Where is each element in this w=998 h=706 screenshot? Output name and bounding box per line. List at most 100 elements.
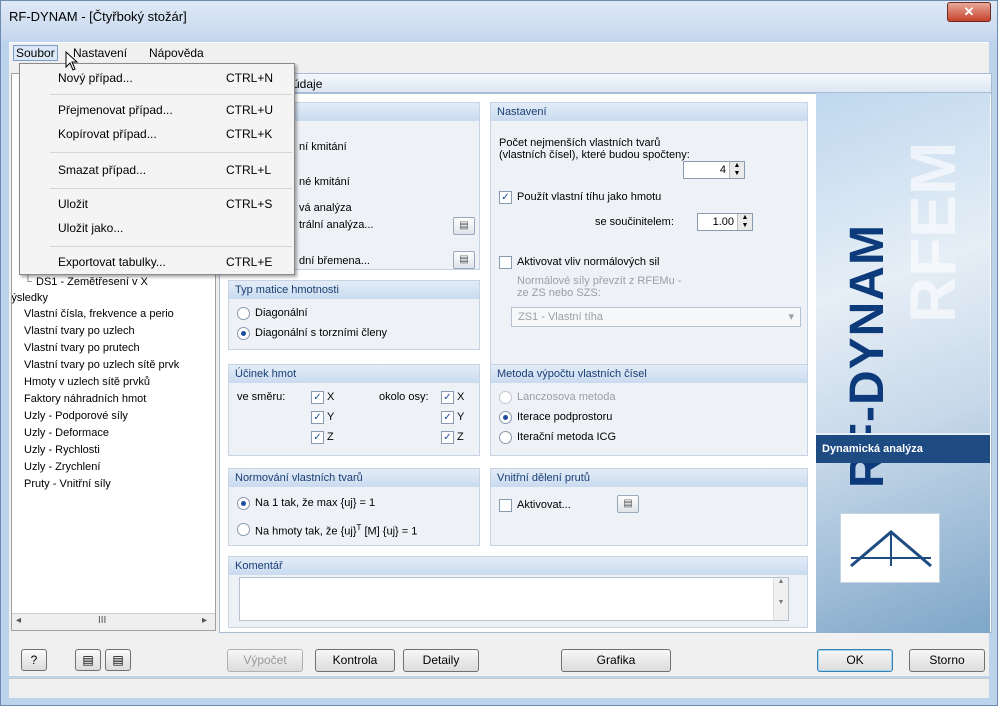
mass-matrix-header: Typ matice hmotnosti xyxy=(229,281,479,299)
menu-napoveda[interactable]: Nápověda xyxy=(149,46,204,60)
scroll-up-icon[interactable]: ▲ xyxy=(778,578,785,585)
tree-item-case[interactable]: DS1 - Zemětřesení v X xyxy=(36,276,148,288)
file-menu-dropdown: Nový případ... CTRL+N Přejmenovat případ.… xyxy=(19,63,295,275)
tree-item[interactable]: Uzly - Rychlosti xyxy=(24,444,100,456)
check-button[interactable]: Kontrola xyxy=(315,649,395,672)
spinner-arrows-icon[interactable]: ▲ ▼ xyxy=(737,214,752,230)
direction-y-checkbox[interactable]: ✓ xyxy=(311,411,324,424)
diagonal-torsion-label: Diagonální s torzními členy xyxy=(255,327,388,339)
factor-label: se součinitelem: xyxy=(595,216,674,228)
menu-item-save-as[interactable]: Uložit jako... xyxy=(20,216,294,240)
eigen-method-panel: Metoda výpočtu vlastních čísel Lanczosov… xyxy=(490,364,808,456)
factor-spinner[interactable]: 1.00 ▲ ▼ xyxy=(697,213,753,231)
rfem-watermark: RFEM xyxy=(897,141,969,323)
help-button[interactable]: ? xyxy=(21,649,47,671)
cancel-button[interactable]: Storno xyxy=(909,649,985,672)
diagonal-radio[interactable] xyxy=(237,307,250,320)
normal-forces-checkbox[interactable] xyxy=(499,256,512,269)
scroll-down-icon[interactable]: ▼ xyxy=(778,599,785,606)
tree-item[interactable]: Vlastní tvary po uzlech xyxy=(24,325,135,337)
division-checkbox[interactable] xyxy=(499,499,512,512)
axis-label: okolo osy: xyxy=(379,391,429,403)
menu-item-copy-case[interactable]: Kopírovat případ... CTRL+K xyxy=(20,122,294,146)
ok-button[interactable]: OK xyxy=(817,649,893,672)
tree-item[interactable]: Faktory náhradních hmot xyxy=(24,393,146,405)
axis-x-checkbox[interactable]: ✓ xyxy=(441,391,454,404)
import-button[interactable]: ▤ xyxy=(75,649,101,671)
tree-item[interactable]: Vlastní tvary po prutech xyxy=(24,342,140,354)
export-button[interactable]: ▤ xyxy=(105,649,131,671)
tree-item[interactable]: Vlastní tvary po uzlech sítě prvk xyxy=(24,359,179,371)
modes-spinner[interactable]: 4 ▲ ▼ xyxy=(683,161,745,179)
menu-item-new-case[interactable]: Nový případ... CTRL+N xyxy=(20,66,294,90)
tree-item[interactable]: Uzly - Zrychlení xyxy=(24,461,100,473)
menu-item-rename-case[interactable]: Přejmenovat případ... CTRL+U xyxy=(20,98,294,122)
axis-z-checkbox[interactable]: ✓ xyxy=(441,431,454,444)
tree-item[interactable]: Uzly - Deformace xyxy=(24,427,109,439)
close-button[interactable]: ✕ xyxy=(947,2,991,22)
menu-item-delete-case[interactable]: Smazat případ... CTRL+L xyxy=(20,158,294,182)
analysis-item[interactable]: ní kmitání xyxy=(299,141,347,153)
diagonal-torsion-radio[interactable] xyxy=(237,327,250,340)
tree-horizontal-scrollbar[interactable]: ◂ III ▸ xyxy=(12,613,215,630)
scroll-thumb[interactable]: III xyxy=(98,615,106,626)
tree-item[interactable]: Pruty - Vnitřní síly xyxy=(24,478,111,490)
spectrum-settings-icon[interactable]: ▤ xyxy=(453,217,475,235)
analysis-item[interactable]: dní břemena... xyxy=(299,255,370,267)
normalize-max-radio[interactable] xyxy=(237,497,250,510)
graphics-button[interactable]: Grafika xyxy=(561,649,671,672)
direction-label: ve směru: xyxy=(237,391,286,403)
settings-header: Nastavení xyxy=(491,103,807,121)
loads-settings-icon[interactable]: ▤ xyxy=(453,251,475,269)
division-settings-icon[interactable]: ▤ xyxy=(617,495,639,513)
direction-x-checkbox[interactable]: ✓ xyxy=(311,391,324,404)
scroll-left-icon[interactable]: ◂ xyxy=(16,615,21,626)
normalize-max-label: Na 1 tak, že max {uj} = 1 xyxy=(255,497,376,509)
tree-item[interactable]: Vlastní čísla, frekvence a perio xyxy=(24,308,174,320)
direction-z-checkbox[interactable]: ✓ xyxy=(311,431,324,444)
axis-y-checkbox[interactable]: ✓ xyxy=(441,411,454,424)
lanczos-radio[interactable] xyxy=(499,391,512,404)
tree-item[interactable]: Hmoty v uzlech sítě prvků xyxy=(24,376,150,388)
direction-z-label: Z xyxy=(327,431,334,443)
details-button[interactable]: Detaily xyxy=(403,649,479,672)
mouse-cursor-icon xyxy=(65,51,79,71)
analysis-item[interactable]: trální analýza... xyxy=(299,219,374,231)
division-panel: Vnitřní dělení prutů Aktivovat... ▤ xyxy=(490,468,808,546)
window-title: RF-DYNAM - [Čtyřboký stožár] xyxy=(9,9,187,24)
analysis-item[interactable]: vá analýza xyxy=(299,202,352,214)
icg-radio[interactable] xyxy=(499,431,512,444)
load-case-select[interactable]: ZS1 - Vlastní tíha ▾ xyxy=(511,307,801,327)
normalize-mass-radio[interactable] xyxy=(237,523,250,536)
modes-label: Počet nejmenších vlastních tvarů (vlastn… xyxy=(499,137,690,161)
menu-nastaveni[interactable]: Nastavení xyxy=(73,46,127,60)
tree-item[interactable]: Uzly - Podporové síly xyxy=(24,410,128,422)
menu-item-export-tables[interactable]: Exportovat tabulky... CTRL+E xyxy=(20,250,294,274)
calculate-button[interactable]: Výpočet xyxy=(227,649,303,672)
help-icon: ? xyxy=(30,653,38,667)
menu-separator xyxy=(50,152,292,153)
normal-forces-label: Aktivovat vliv normálových sil xyxy=(517,256,660,268)
direction-y-label: Y xyxy=(327,411,335,423)
spinner-arrows-icon[interactable]: ▲ ▼ xyxy=(729,162,744,178)
self-weight-checkbox[interactable]: ✓ xyxy=(499,191,512,204)
input-data-tab[interactable]: údaje xyxy=(219,73,992,93)
comment-textarea[interactable]: ▲ ▼ xyxy=(239,577,789,621)
menu-item-save[interactable]: Uložit CTRL+S xyxy=(20,192,294,216)
dlubal-logo-icon xyxy=(840,513,940,583)
subspace-label: Iterace podprostoru xyxy=(517,411,613,423)
tree-connector: └ xyxy=(24,276,32,288)
scroll-right-icon[interactable]: ▸ xyxy=(202,615,207,626)
comment-scrollbar[interactable]: ▲ ▼ xyxy=(773,578,788,620)
dropdown-arrow-icon[interactable]: ▾ xyxy=(788,310,794,323)
menu-soubor[interactable]: Soubor xyxy=(13,45,58,61)
mass-effect-header: Účinek hmot xyxy=(229,365,479,383)
subspace-radio[interactable] xyxy=(499,411,512,424)
direction-x-label: X xyxy=(327,391,335,403)
tree-results-header[interactable]: Výsledky xyxy=(12,292,48,304)
tab-label: údaje xyxy=(293,77,323,91)
mass-effect-panel: Účinek hmot ve směru: ✓ X ✓ Y ✓ Z okolo … xyxy=(228,364,480,456)
analysis-item[interactable]: né kmitání xyxy=(299,176,350,188)
brand-caption: Dynamická analýza xyxy=(816,433,990,463)
icg-label: Iterační metoda ICG xyxy=(517,431,617,443)
